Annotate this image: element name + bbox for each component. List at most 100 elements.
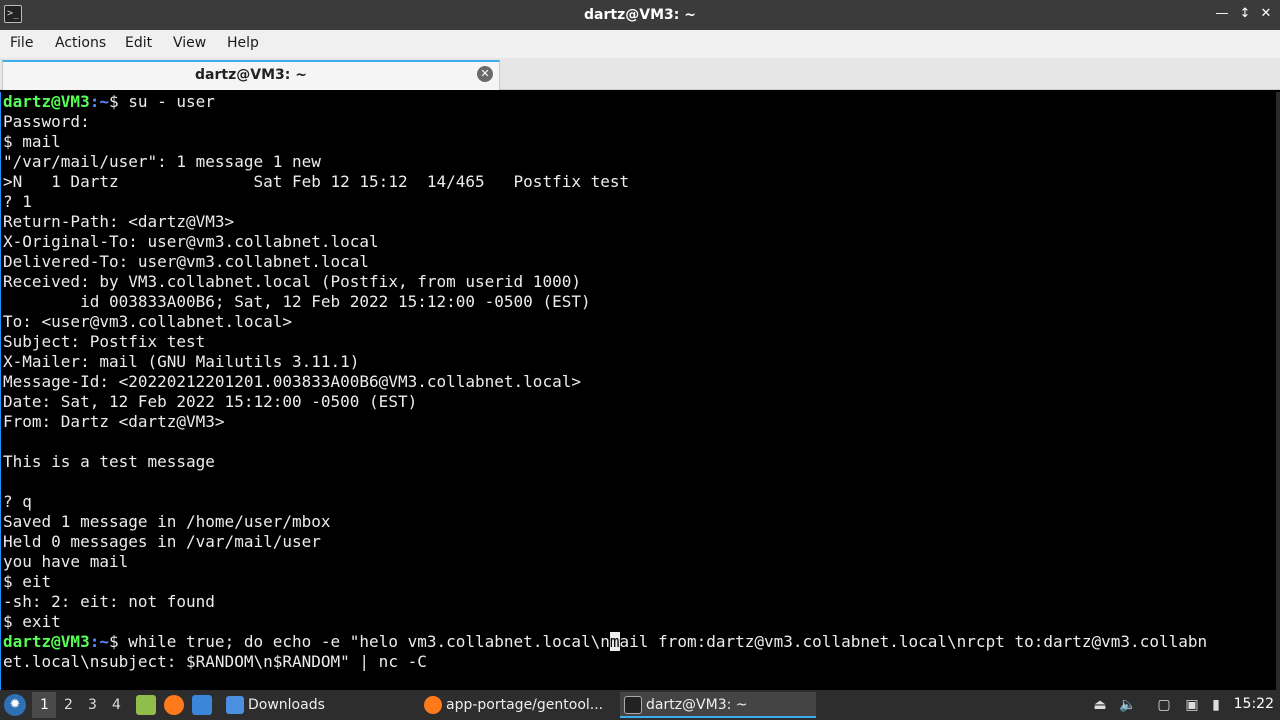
battery-icon[interactable]: ▮ (1206, 695, 1226, 715)
prompt-user: dartz@VM3 (3, 92, 90, 111)
terminal-line: $ eit (3, 572, 1207, 592)
terminal-line-text: >N 1 Dartz Sat Feb 12 15:12 14/465 Postf… (3, 172, 630, 191)
terminal-scrollbar[interactable] (1276, 92, 1280, 690)
clock[interactable]: 15:22 (1234, 696, 1274, 712)
terminal-line: you have mail (3, 552, 1207, 572)
terminal-line: ? 1 (3, 192, 1207, 212)
window-title: dartz@VM3: ~ (584, 7, 696, 23)
prompt-symbol: $ (108, 92, 129, 111)
window-titlebar: >_ dartz@VM3: ~ — ↕ ✕ (0, 0, 1280, 30)
workspace-1[interactable]: 1 (40, 697, 49, 713)
desktop-icon[interactable] (192, 695, 212, 715)
menu-help[interactable]: Help (227, 35, 259, 51)
network-icon[interactable]: ▣ (1182, 695, 1202, 715)
tab-label: dartz@VM3: ~ (195, 67, 307, 83)
terminal-line: Date: Sat, 12 Feb 2022 15:12:00 -0500 (E… (3, 392, 1207, 412)
minimize-icon[interactable]: — (1214, 6, 1230, 22)
terminal-line-text: X-Mailer: mail (GNU Mailutils 3.11.1) (3, 352, 360, 371)
terminal-line: "/var/mail/user": 1 message 1 new (3, 152, 1207, 172)
terminal-current-command[interactable]: dartz@VM3:~$ while true; do echo -e "hel… (3, 632, 1207, 652)
menu-view[interactable]: View (173, 35, 206, 51)
terminal-line: Held 0 messages in /var/mail/user (3, 532, 1207, 552)
terminal-line-text: $ mail (3, 132, 61, 151)
text-cursor: m (609, 632, 620, 651)
terminal-lines: dartz@VM3:~$ su - user Password: $ mail "/v… (3, 92, 1207, 672)
terminal-line: >N 1 Dartz Sat Feb 12 15:12 14/465 Postf… (3, 172, 1207, 192)
close-window-icon[interactable]: ✕ (1258, 6, 1274, 22)
terminal-line-text: Message-Id: <20220212201201.003833A00B6@… (3, 372, 581, 391)
terminal-line-text: Delivered-To: user@vm3.collabnet.local (3, 252, 370, 271)
terminal-line-text: su - user (128, 92, 215, 111)
terminal-line-text: Password: (3, 112, 90, 131)
task-downloads[interactable]: Downloads (222, 692, 418, 718)
firefox-icon[interactable] (164, 695, 184, 715)
terminal-line: Received: by VM3.collabnet.local (Postfi… (3, 272, 1207, 292)
menu-edit[interactable]: Edit (125, 35, 152, 51)
task-terminal[interactable]: dartz@VM3: ~ (620, 692, 816, 718)
file-manager-icon[interactable] (136, 695, 156, 715)
terminal-line-text: ? q (3, 492, 32, 511)
terminal-line-text: Return-Path: <dartz@VM3> (3, 212, 235, 231)
terminal-line-text: $ exit (3, 612, 61, 631)
maximize-icon[interactable]: ↕ (1237, 6, 1253, 22)
terminal-line-text: From: Dartz <dartz@VM3> (3, 412, 225, 431)
terminal-line: id 003833A00B6; Sat, 12 Feb 2022 15:12:0… (3, 292, 1207, 312)
task-firefox[interactable]: app-portage/gentool... (420, 692, 618, 718)
terminal-line: Message-Id: <20220212201201.003833A00B6@… (3, 372, 1207, 392)
terminal-line-text: Held 0 messages in /var/mail/user (3, 532, 321, 551)
start-menu-icon[interactable]: ✹ (4, 694, 26, 716)
terminal-line: $ exit (3, 612, 1207, 632)
taskbar: ✹ 1 2 3 4 Downloads app-portage/gentool.… (0, 690, 1280, 720)
menu-file[interactable]: File (10, 35, 33, 51)
prompt-path: :~ (89, 92, 109, 111)
terminal-line: $ mail (3, 132, 1207, 152)
command-text: while true; do echo -e "helo vm3.collabn… (128, 632, 610, 651)
clipboard-icon[interactable]: ▢ (1154, 695, 1174, 715)
terminal-line-text: you have mail (3, 552, 129, 571)
workspace-3[interactable]: 3 (88, 697, 97, 713)
close-icon[interactable]: ✕ (477, 66, 493, 82)
terminal-line-text: "/var/mail/user": 1 message 1 new (3, 152, 321, 171)
terminal-line: From: Dartz <dartz@VM3> (3, 412, 1207, 432)
terminal-line: dartz@VM3:~$ su - user (3, 92, 1207, 112)
prompt-symbol: $ (108, 632, 129, 651)
terminal-command-wrap: et.local\nsubject: $RANDOM\n$RANDOM" | n… (3, 652, 427, 671)
task-label: dartz@VM3: ~ (646, 697, 748, 713)
workspace-4[interactable]: 4 (112, 697, 121, 713)
terminal-line-text: Date: Sat, 12 Feb 2022 15:12:00 -0500 (E… (3, 392, 418, 411)
workspace-2[interactable]: 2 (64, 697, 73, 713)
terminal-line-text: Received: by VM3.collabnet.local (Postfi… (3, 272, 581, 291)
terminal-line: X-Original-To: user@vm3.collabnet.local (3, 232, 1207, 252)
terminal-line-text: -sh: 2: eit: not found (3, 592, 215, 611)
terminal-line-text: ? 1 (3, 192, 32, 211)
terminal-output[interactable]: dartz@VM3:~$ su - user Password: $ mail "/v… (0, 92, 1280, 690)
terminal-line: This is a test message (3, 452, 1207, 472)
tab-terminal[interactable]: dartz@VM3: ~ ✕ (2, 60, 500, 90)
firefox-icon (424, 696, 442, 714)
eject-icon[interactable]: ⏏ (1090, 695, 1110, 715)
terminal-line: Saved 1 message in /home/user/mbox (3, 512, 1207, 532)
task-label: app-portage/gentool... (446, 697, 604, 713)
terminal-line-text: $ eit (3, 572, 52, 591)
terminal-line: Delivered-To: user@vm3.collabnet.local (3, 252, 1207, 272)
menu-bar: File Actions Edit View Help (0, 30, 1280, 58)
terminal-line-text: X-Original-To: user@vm3.collabnet.local (3, 232, 379, 251)
menu-actions[interactable]: Actions (55, 35, 106, 51)
terminal-line-text: Subject: Postfix test (3, 332, 206, 351)
prompt-user: dartz@VM3 (3, 632, 90, 651)
folder-icon (226, 696, 244, 714)
terminal-line: ? q (3, 492, 1207, 512)
terminal-line: X-Mailer: mail (GNU Mailutils 3.11.1) (3, 352, 1207, 372)
terminal-line: To: <user@vm3.collabnet.local> (3, 312, 1207, 332)
volume-icon[interactable]: 🔈 (1118, 695, 1138, 715)
prompt-path: :~ (89, 632, 109, 651)
terminal-line-text: id 003833A00B6; Sat, 12 Feb 2022 15:12:0… (3, 292, 591, 311)
tab-bar: dartz@VM3: ~ ✕ (0, 58, 1280, 90)
command-text: ail from:dartz@vm3.collabnet.local\nrcpt… (619, 632, 1208, 651)
terminal-icon (624, 696, 642, 714)
terminal-line: Subject: Postfix test (3, 332, 1207, 352)
terminal-line-text: This is a test message (3, 452, 215, 471)
terminal-line: -sh: 2: eit: not found (3, 592, 1207, 612)
